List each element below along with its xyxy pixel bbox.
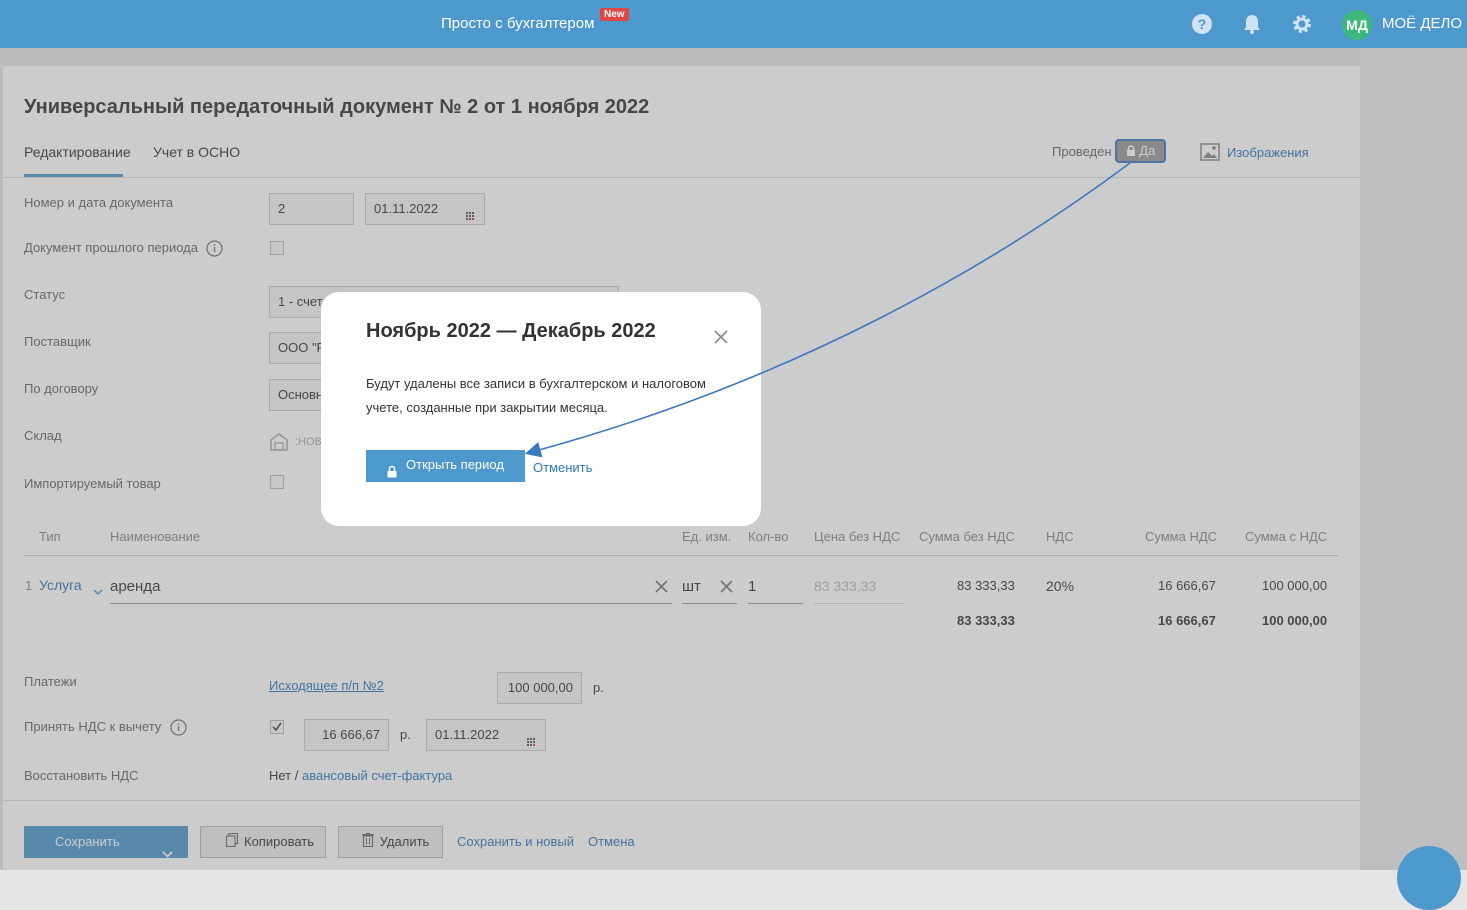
accountant-link[interactable]: Просто с бухгалтером bbox=[441, 15, 594, 32]
brand-name[interactable]: МОЁ ДЕЛО bbox=[1382, 15, 1462, 32]
gear-icon[interactable] bbox=[1290, 12, 1314, 36]
modal-cancel-link[interactable]: Отменить bbox=[533, 460, 592, 475]
lock-icon bbox=[387, 459, 397, 489]
open-period-label: Открыть период bbox=[406, 457, 504, 472]
help-chat-button[interactable] bbox=[1397, 846, 1461, 910]
modal-message: Будут удалены все записи в бухгалтерском… bbox=[366, 376, 706, 415]
modal-title: Ноябрь 2022 — Декабрь 2022 bbox=[366, 320, 656, 342]
close-icon[interactable] bbox=[714, 330, 728, 347]
help-icon[interactable]: ? bbox=[1190, 12, 1214, 36]
new-badge: New bbox=[600, 8, 629, 21]
open-period-button[interactable]: Открыть период bbox=[366, 450, 525, 482]
avatar[interactable]: МД bbox=[1342, 10, 1372, 40]
bell-icon[interactable] bbox=[1240, 12, 1264, 36]
svg-text:?: ? bbox=[1198, 16, 1207, 32]
